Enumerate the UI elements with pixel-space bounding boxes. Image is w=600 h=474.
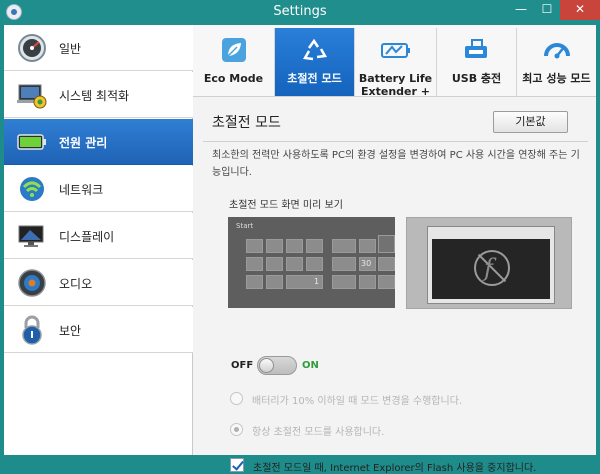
- sidebar-item-general[interactable]: 일반: [4, 25, 193, 71]
- app-tile: [306, 257, 323, 271]
- photo-tile: [378, 235, 395, 253]
- usb-charge-icon: [464, 39, 487, 58]
- tab-label: USB 충전: [451, 72, 502, 85]
- mail-tile: [246, 239, 263, 253]
- chat-tile: [332, 239, 356, 253]
- browser-content: f: [432, 239, 550, 299]
- tile-count: 1: [314, 277, 320, 286]
- sidebar-item-power[interactable]: 전원 관리: [4, 119, 193, 165]
- app-tile: [286, 257, 303, 271]
- display-icon: [18, 225, 44, 247]
- tab-label: Eco Mode: [203, 72, 264, 85]
- tab-label: Battery Life Extender +: [358, 72, 433, 98]
- close-button[interactable]: ✕: [560, 0, 600, 20]
- app-tile: [378, 275, 395, 289]
- sidebar-item-label: 일반: [59, 42, 82, 56]
- tab-battery-life-extender[interactable]: Battery Life Extender +: [355, 28, 437, 98]
- sidebar-item-label: 디스플레이: [59, 230, 115, 244]
- app-tile: 1: [286, 275, 323, 289]
- sidebar-item-label: 네트워크: [59, 183, 104, 197]
- app-tile: [332, 257, 356, 271]
- tab-bar: Eco Mode 초절전 모드 Battery Life Extender +: [193, 25, 596, 98]
- people-tile: [266, 239, 283, 253]
- radio-label: 항상 초절전 모드를 사용합니다.: [252, 427, 385, 438]
- tab-label: 최고 성능 모드: [522, 72, 591, 85]
- start-label: Start: [236, 222, 254, 230]
- app-tile: [306, 239, 323, 253]
- radio-button[interactable]: [230, 392, 243, 405]
- gauge-icon: [18, 34, 46, 62]
- radio-label: 배터리가 10% 이하일 때 모드 변경을 수행합니다.: [252, 396, 463, 407]
- app-tile: [332, 275, 356, 289]
- default-button[interactable]: 기본값: [493, 111, 568, 133]
- minimize-button[interactable]: —: [508, 0, 534, 20]
- sidebar-item-audio[interactable]: 오디오: [4, 260, 193, 306]
- sidebar-item-label: 시스템 최적화: [59, 89, 130, 103]
- no-flash-icon: f: [474, 250, 510, 286]
- browser-window: f: [427, 226, 555, 304]
- toggle-on-label: ON: [302, 360, 319, 371]
- client-area: 일반 시스템 최적화 전원 관리 네트워크 디스플레이 오디오 보안 Eco M…: [4, 25, 596, 474]
- toggle-knob[interactable]: [259, 358, 274, 373]
- toggle-off-label: OFF: [231, 360, 254, 371]
- title-bar: Settings — ☐ ✕: [0, 0, 600, 25]
- content-panel: 초절전 모드 기본값 최소한의 전력만 사용하도록 PC의 환경 설정을 변경하…: [193, 98, 596, 474]
- calendar-tile: 30: [359, 257, 376, 271]
- battery-icon: [17, 134, 46, 150]
- tab-ultra-power-saving[interactable]: 초절전 모드: [275, 28, 355, 96]
- settings-window: Settings — ☐ ✕ 일반 시스템 최적화 전원 관리 네트워크 디스플…: [0, 0, 600, 474]
- divider: [203, 141, 588, 142]
- speedometer-icon: [543, 43, 570, 59]
- ultra-power-saving-toggle[interactable]: [257, 356, 297, 375]
- flash-disable-checkbox[interactable]: [230, 458, 244, 472]
- app-tile: [359, 275, 376, 289]
- app-tile: [266, 257, 283, 271]
- sidebar-item-network[interactable]: 네트워크: [4, 166, 193, 212]
- wifi-globe-icon: [20, 177, 44, 201]
- checkbox-label: 초절전 모드일 때, Internet Explorer의 Flash 사용을 …: [253, 463, 537, 474]
- app-tile: [266, 275, 283, 289]
- sidebar-item-security[interactable]: 보안: [4, 307, 193, 353]
- tab-eco-mode[interactable]: Eco Mode: [193, 28, 275, 96]
- preview-label: 초절전 모드 화면 미리 보기: [229, 200, 343, 211]
- speaker-icon: [18, 269, 46, 297]
- app-tile: [246, 257, 263, 271]
- app-tile: [286, 239, 303, 253]
- app-tile: [246, 275, 263, 289]
- sidebar-item-label: 보안: [59, 324, 82, 338]
- browser-preview: f: [406, 217, 572, 309]
- sidebar: 일반 시스템 최적화 전원 관리 네트워크 디스플레이 오디오 보안: [4, 25, 193, 455]
- sidebar-item-system-optimize[interactable]: 시스템 최적화: [4, 72, 193, 118]
- tab-max-performance[interactable]: 최고 성능 모드: [517, 28, 596, 96]
- app-tile: [378, 257, 395, 271]
- laptop-optimize-icon: [17, 84, 47, 109]
- description-text: 최소한의 전력만 사용하도록 PC의 환경 설정을 변경하여 PC 사용 시간을…: [212, 150, 580, 178]
- lock-icon: [22, 315, 42, 345]
- radio-button[interactable]: [230, 423, 243, 436]
- app-tile: [359, 239, 376, 253]
- flash-glyph: f: [484, 254, 493, 282]
- leaf-icon: [221, 38, 246, 62]
- sidebar-item-display[interactable]: 디스플레이: [4, 213, 193, 259]
- battery-extender-icon: [380, 43, 410, 58]
- maximize-button[interactable]: ☐: [534, 0, 560, 20]
- recycle-icon: [302, 38, 327, 61]
- sidebar-item-label: 전원 관리: [59, 136, 108, 150]
- tab-label: 초절전 모드: [287, 72, 342, 85]
- start-screen-preview: Start 30 1: [228, 217, 395, 308]
- tab-usb-charge[interactable]: USB 충전: [437, 28, 517, 96]
- page-title: 초절전 모드: [212, 115, 281, 131]
- sidebar-item-label: 오디오: [59, 277, 93, 291]
- calendar-number: 30: [361, 259, 372, 268]
